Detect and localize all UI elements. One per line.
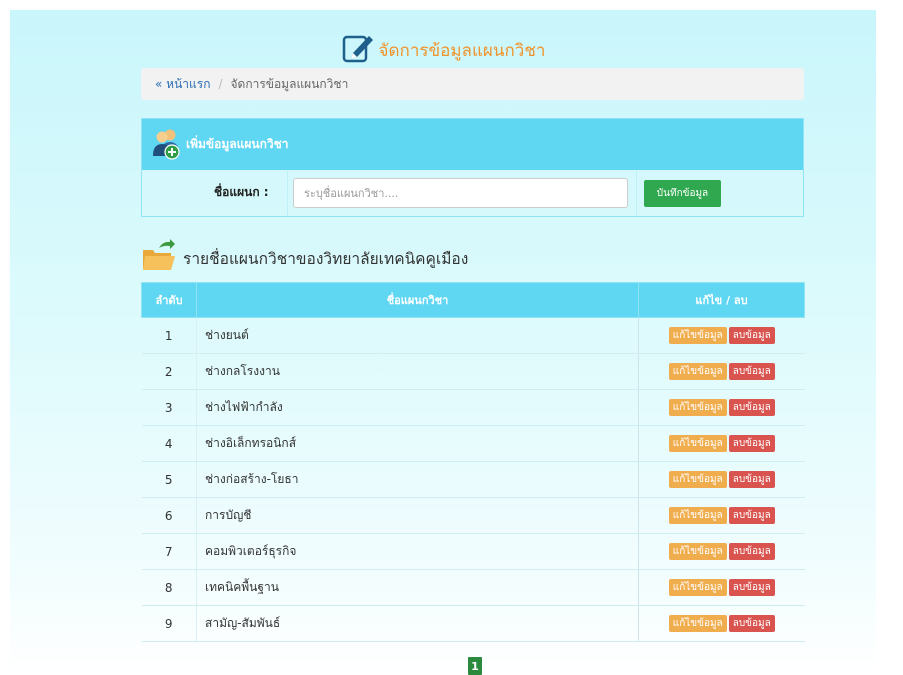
add-panel-title: เพิ่มข้อมูลแผนกวิชา — [186, 137, 289, 151]
row-actions: แก้ไขข้อมูล ลบข้อมูล — [638, 533, 805, 570]
column-header-order: ลำดับ — [141, 282, 197, 318]
row-number: 1 — [141, 317, 197, 354]
row-actions: แก้ไขข้อมูล ลบข้อมูล — [638, 605, 805, 642]
row-number: 7 — [141, 533, 197, 570]
save-button[interactable]: บันทึกข้อมูล — [644, 180, 721, 207]
list-title: รายชื่อแผนกวิชาของวิทยาลัยเทคนิคคูเมือง — [183, 249, 469, 268]
divider — [636, 170, 637, 216]
edit-button[interactable]: แก้ไขข้อมูล — [668, 471, 727, 488]
table-row: 7 คอมพิวเตอร์ธุรกิจ แก้ไขข้อมูล ลบข้อมูล — [141, 533, 805, 570]
row-number: 2 — [141, 353, 197, 390]
table-row: 4 ช่างอิเล็กทรอนิกส์ แก้ไขข้อมูล ลบข้อมูล — [141, 425, 805, 462]
delete-button[interactable]: ลบข้อมูล — [728, 399, 775, 416]
column-header-actions: แก้ไข / ลบ — [638, 282, 805, 318]
department-name: ช่างอิเล็กทรอนิกส์ — [196, 425, 639, 462]
page-background: จัดการข้อมูลแผนกวิชา « หน้าแรก / จัดการข… — [10, 10, 876, 675]
breadcrumb-separator: / — [218, 77, 223, 91]
department-name-input[interactable] — [293, 178, 628, 208]
page-title: จัดการข้อมูลแผนกวิชา — [378, 40, 546, 61]
department-name: ช่างไฟฟ้ากำลัง — [196, 389, 639, 426]
row-number: 9 — [141, 605, 197, 642]
add-panel-body: ชื่อแผนก : บันทึกข้อมูล — [142, 170, 803, 216]
department-name: การบัญชี — [196, 497, 639, 534]
edit-button[interactable]: แก้ไขข้อมูล — [668, 327, 727, 344]
breadcrumb: « หน้าแรก / จัดการข้อมูลแผนกวิชา — [141, 68, 804, 100]
edit-icon — [341, 31, 375, 69]
edit-button[interactable]: แก้ไขข้อมูล — [668, 399, 727, 416]
row-number: 3 — [141, 389, 197, 426]
page-header: จัดการข้อมูลแผนกวิชา — [10, 28, 876, 72]
folder-open-icon — [141, 238, 177, 278]
pagination-current-page[interactable]: 1 — [468, 657, 482, 675]
users-add-icon — [150, 126, 184, 164]
table-header-row: ลำดับ ชื่อแผนกวิชา แก้ไข / ลบ — [141, 282, 805, 318]
row-actions: แก้ไขข้อมูล ลบข้อมูล — [638, 317, 805, 354]
delete-button[interactable]: ลบข้อมูล — [728, 435, 775, 452]
delete-button[interactable]: ลบข้อมูล — [728, 327, 775, 344]
table-row: 3 ช่างไฟฟ้ากำลัง แก้ไขข้อมูล ลบข้อมูล — [141, 389, 805, 426]
row-number: 6 — [141, 497, 197, 534]
edit-button[interactable]: แก้ไขข้อมูล — [668, 579, 727, 596]
row-actions: แก้ไขข้อมูล ลบข้อมูล — [638, 461, 805, 498]
delete-button[interactable]: ลบข้อมูล — [728, 615, 775, 632]
table-row: 6 การบัญชี แก้ไขข้อมูล ลบข้อมูล — [141, 497, 805, 534]
edit-button[interactable]: แก้ไขข้อมูล — [668, 507, 727, 524]
delete-button[interactable]: ลบข้อมูล — [728, 543, 775, 560]
row-actions: แก้ไขข้อมูล ลบข้อมูล — [638, 425, 805, 462]
table-row: 1 ช่างยนต์ แก้ไขข้อมูล ลบข้อมูล — [141, 317, 805, 354]
department-name: คอมพิวเตอร์ธุรกิจ — [196, 533, 639, 570]
table-row: 5 ช่างก่อสร้าง-โยธา แก้ไขข้อมูล ลบข้อมูล — [141, 461, 805, 498]
delete-button[interactable]: ลบข้อมูล — [728, 579, 775, 596]
edit-button[interactable]: แก้ไขข้อมูล — [668, 435, 727, 452]
row-actions: แก้ไขข้อมูล ลบข้อมูล — [638, 497, 805, 534]
department-name: ช่างยนต์ — [196, 317, 639, 354]
row-number: 8 — [141, 569, 197, 606]
delete-button[interactable]: ลบข้อมูล — [728, 471, 775, 488]
breadcrumb-home-link[interactable]: « หน้าแรก — [155, 75, 210, 94]
row-number: 5 — [141, 461, 197, 498]
department-table: ลำดับ ชื่อแผนกวิชา แก้ไข / ลบ 1 ช่างยนต์… — [141, 282, 805, 642]
edit-button[interactable]: แก้ไขข้อมูล — [668, 615, 727, 632]
department-name-label: ชื่อแผนก : — [214, 185, 269, 199]
department-name: เทคนิคพื้นฐาน — [196, 569, 639, 606]
divider — [287, 170, 288, 216]
row-actions: แก้ไขข้อมูล ลบข้อมูล — [638, 569, 805, 606]
table-body: 1 ช่างยนต์ แก้ไขข้อมูล ลบข้อมูล 2 ช่างกลโ… — [141, 317, 805, 642]
department-name: ช่างก่อสร้าง-โยธา — [196, 461, 639, 498]
delete-button[interactable]: ลบข้อมูล — [728, 507, 775, 524]
row-actions: แก้ไขข้อมูล ลบข้อมูล — [638, 353, 805, 390]
edit-button[interactable]: แก้ไขข้อมูล — [668, 543, 727, 560]
add-panel-header: เพิ่มข้อมูลแผนกวิชา — [142, 119, 803, 170]
add-department-panel: เพิ่มข้อมูลแผนกวิชา ชื่อแผนก : บันทึกข้อ… — [141, 118, 804, 217]
breadcrumb-current: จัดการข้อมูลแผนกวิชา — [230, 76, 349, 91]
row-actions: แก้ไขข้อมูล ลบข้อมูล — [638, 389, 805, 426]
list-header: รายชื่อแผนกวิชาของวิทยาลัยเทคนิคคูเมือง — [141, 238, 468, 278]
table-row: 8 เทคนิคพื้นฐาน แก้ไขข้อมูล ลบข้อมูล — [141, 569, 805, 606]
table-row: 9 สามัญ-สัมพันธ์ แก้ไขข้อมูล ลบข้อมูล — [141, 605, 805, 642]
column-header-name: ชื่อแผนกวิชา — [196, 282, 639, 318]
department-name: ช่างกลโรงงาน — [196, 353, 639, 390]
edit-button[interactable]: แก้ไขข้อมูล — [668, 363, 727, 380]
table-row: 2 ช่างกลโรงงาน แก้ไขข้อมูล ลบข้อมูล — [141, 353, 805, 390]
delete-button[interactable]: ลบข้อมูล — [728, 363, 775, 380]
department-name: สามัญ-สัมพันธ์ — [196, 605, 639, 642]
row-number: 4 — [141, 425, 197, 462]
